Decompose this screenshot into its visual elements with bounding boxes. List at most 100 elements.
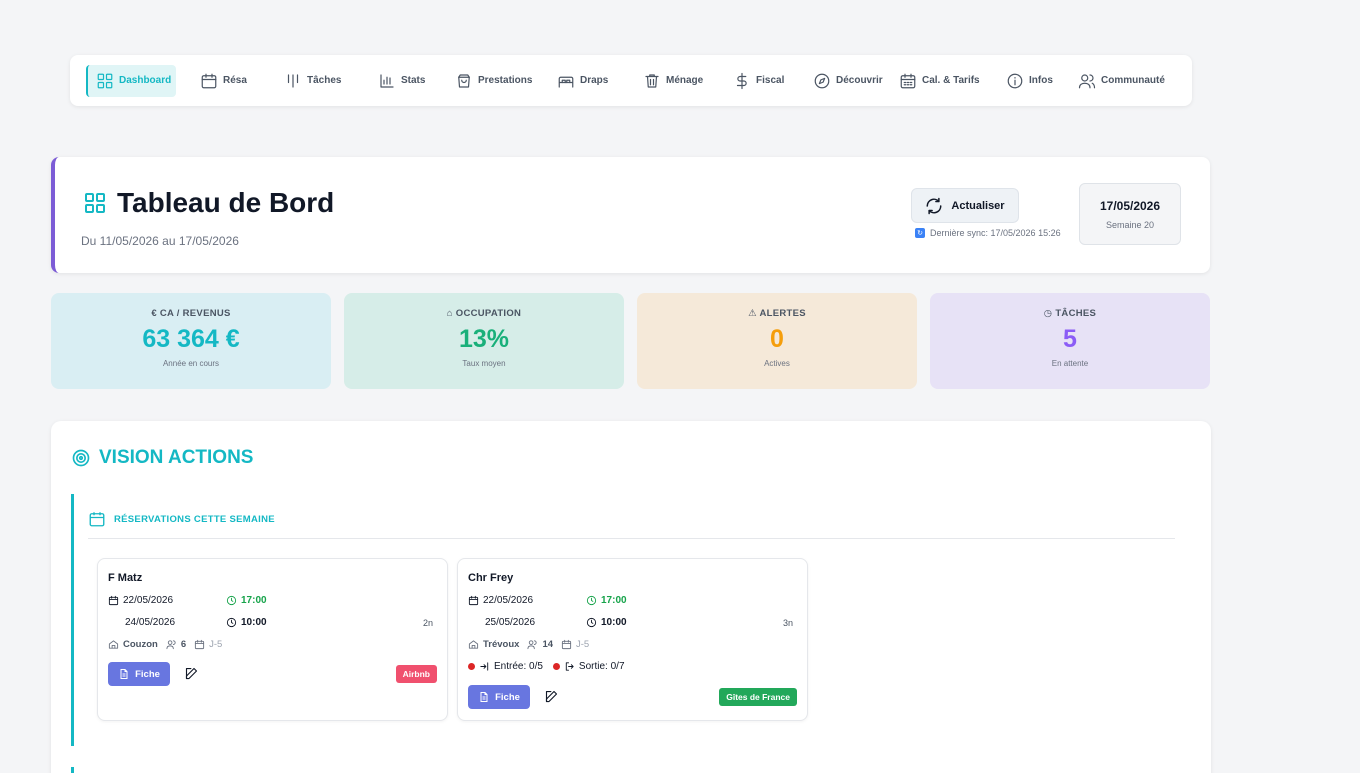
stat-value: 5 <box>1063 325 1077 353</box>
nav-item-label: Cal. & Tarifs <box>922 75 980 86</box>
nav-item-infos[interactable]: Infos <box>998 65 1070 97</box>
reservation-meta: Trévoux 14 J-5 <box>468 639 589 650</box>
clock-icon <box>226 595 237 606</box>
arrival-time: 17:00 <box>586 595 627 606</box>
status-dot-red <box>552 663 560 670</box>
clock-icon <box>586 595 597 606</box>
departure-time-text: 10:00 <box>241 617 267 628</box>
nav-item-communaute[interactable]: Communauté <box>1070 65 1170 97</box>
stat-sub: Taux moyen <box>462 359 506 368</box>
tasks-icon <box>287 73 299 88</box>
stat-label: ⌂ OCCUPATION <box>446 308 522 319</box>
document-icon <box>120 669 128 679</box>
platform-badge: Airbnb <box>395 665 437 683</box>
dashboard-header: Tableau de Bord Du 11/05/2026 au 17/05/2… <box>51 157 1210 273</box>
refresh-button[interactable]: Actualiser <box>911 188 1019 223</box>
nav-item-label: Tâches <box>307 75 342 86</box>
fiche-button[interactable]: Fiche <box>108 662 170 686</box>
guest-name: F Matz <box>108 572 143 584</box>
nav-item-fiscal[interactable]: Fiscal <box>725 65 805 97</box>
nav-item-cal-tarifs[interactable]: Cal. & Tarifs <box>891 65 998 97</box>
nav-item-dashboard[interactable]: Dashboard <box>86 64 176 97</box>
page-title-group: Tableau de Bord <box>83 187 334 219</box>
users-icon <box>527 640 538 650</box>
document-icon <box>480 692 488 702</box>
users-icon <box>166 640 176 650</box>
current-week: Semaine 20 <box>1105 220 1155 230</box>
stat-card-taches[interactable]: ◷ TÂCHES 5 En attente <box>930 293 1210 389</box>
nav-item-label: Stats <box>401 75 426 86</box>
stat-sub: En attente <box>1051 359 1089 368</box>
info-icon <box>1007 73 1023 88</box>
fiche-label: Fiche <box>135 668 160 680</box>
nights-count: 3n <box>782 618 793 628</box>
reservations-section: RÉSERVATIONS CETTE SEMAINE F Matz 22/05/… <box>71 494 1175 746</box>
arrival-time-text: 17:00 <box>241 595 267 606</box>
status-dot-red <box>468 663 475 670</box>
edit-button[interactable] <box>184 666 200 682</box>
stat-card-occupation[interactable]: ⌂ OCCUPATION 13% Taux moyen <box>344 293 624 389</box>
departure-date-text: 24/05/2026 <box>125 617 176 628</box>
checkin-status: Entrée: 0/5 Sortie: 0/7 <box>468 661 625 672</box>
nav-item-label: Infos <box>1029 75 1053 86</box>
stat-sub: Actives <box>764 359 790 368</box>
nav-item-stats[interactable]: Stats <box>370 65 447 97</box>
departure-date: 24/05/2026 <box>125 617 175 628</box>
calendar-icon <box>468 595 479 606</box>
trash-icon <box>645 73 659 88</box>
nav-item-label: Dashboard <box>119 75 172 86</box>
reservation-meta: Couzon 6 J-5 <box>108 639 222 650</box>
nav-item-label: Draps <box>580 75 609 86</box>
calendar-icon <box>561 639 572 650</box>
nav-item-menage[interactable]: Ménage <box>635 65 725 97</box>
page-title: Tableau de Bord <box>117 187 335 218</box>
logout-icon <box>565 662 574 671</box>
calendar-icon <box>108 595 119 606</box>
compass-icon <box>814 73 830 88</box>
nav-item-resa[interactable]: Résa <box>192 65 276 97</box>
stat-sub: Année en cours <box>162 359 220 368</box>
guest-count: 14 <box>542 639 554 650</box>
reservations-section-header: RÉSERVATIONS CETTE SEMAINE <box>88 510 1175 539</box>
bag-icon <box>458 73 470 88</box>
nav-item-label: Prestations <box>478 75 533 86</box>
target-icon <box>72 449 90 467</box>
departure-time: 10:00 <box>226 617 267 628</box>
countdown: J-5 <box>209 639 223 650</box>
nav-item-label: Résa <box>223 75 247 86</box>
nav-item-label: Ménage <box>666 75 704 86</box>
nights-count: 2n <box>422 618 433 628</box>
arrival-date: 22/05/2026 <box>108 595 173 606</box>
login-icon <box>480 662 489 671</box>
edit-button[interactable] <box>544 689 560 705</box>
vision-actions-card: VISION ACTIONS RÉSERVATIONS CETTE SEMAIN… <box>51 421 1211 773</box>
dollar-icon <box>736 72 747 89</box>
clock-icon <box>586 617 597 628</box>
nav-item-label: Fiscal <box>756 75 785 86</box>
next-section-border <box>71 767 74 773</box>
sortie-status: Sortie: 0/7 <box>578 661 625 672</box>
refresh-icon <box>926 197 942 214</box>
clock-icon <box>226 617 237 628</box>
stat-card-revenus[interactable]: € CA / REVENUS 63 364 € Année en cours <box>51 293 331 389</box>
nav-item-decouvrir[interactable]: Découvrir <box>805 65 891 97</box>
departure-date-text: 25/05/2026 <box>485 617 536 628</box>
nav-item-taches[interactable]: Tâches <box>276 65 370 97</box>
entree-status: Entrée: 0/5 <box>494 661 543 672</box>
nav-item-prestations[interactable]: Prestations <box>447 65 549 97</box>
calendar-grid-icon <box>900 73 916 88</box>
users-icon <box>1078 73 1096 88</box>
stat-label: € CA / REVENUS <box>151 308 231 319</box>
sync-icon: ↻ <box>915 228 925 238</box>
current-date: 17/05/2026 <box>1099 199 1161 213</box>
refresh-label: Actualiser <box>951 199 1005 212</box>
fiche-button[interactable]: Fiche <box>468 685 530 709</box>
current-date-box: 17/05/2026 Semaine 20 <box>1079 183 1181 245</box>
home-icon <box>468 640 479 649</box>
stat-label: ◷ TÂCHES <box>1043 308 1097 319</box>
reservation-card: Chr Frey 22/05/2026 17:00 25/05/2026 10:… <box>457 558 808 721</box>
arrival-date-text: 22/05/2026 <box>123 595 174 606</box>
nav-item-draps[interactable]: Draps <box>549 65 635 97</box>
stat-card-alertes[interactable]: ⚠ ALERTES 0 Actives <box>637 293 917 389</box>
edit-icon <box>545 690 558 703</box>
